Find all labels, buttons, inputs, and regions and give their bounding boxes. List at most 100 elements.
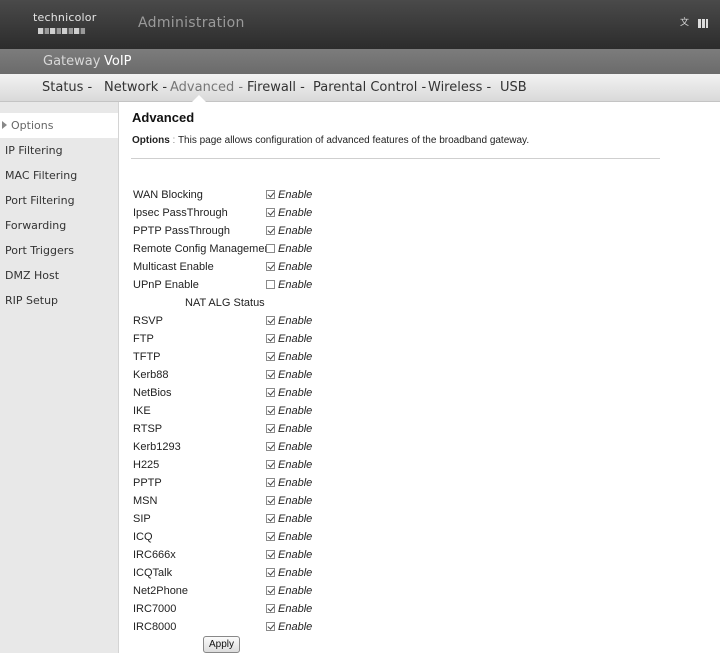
setting-label: Remote Config Management: [133, 243, 274, 255]
apply-button[interactable]: Apply: [203, 636, 240, 653]
nav-network[interactable]: Network -: [104, 80, 167, 95]
description-text: This page allows configuration of advanc…: [177, 135, 530, 146]
enable-label: Enable: [278, 279, 313, 291]
enable-checkbox[interactable]: [266, 622, 275, 631]
sidebar-item-forwarding[interactable]: Forwarding: [0, 213, 118, 238]
setting-label: Kerb1293: [133, 441, 181, 453]
enable-label: Enable: [278, 387, 313, 399]
technicolor-logo[interactable]: technicolor: [20, 8, 100, 40]
enable-label: Enable: [278, 513, 313, 525]
setting-label: Kerb88: [133, 369, 169, 381]
setting-label: IRC7000: [133, 603, 177, 615]
sidebar-item-mac-filtering[interactable]: MAC Filtering: [0, 163, 118, 188]
setting-label: Net2Phone: [133, 585, 189, 597]
enable-checkbox[interactable]: [266, 514, 275, 523]
setting-label: IRC8000: [133, 621, 177, 633]
language-icon[interactable]: 文: [680, 19, 693, 28]
enable-checkbox[interactable]: [266, 208, 275, 217]
setting-label: ICQTalk: [133, 567, 173, 579]
enable-checkbox[interactable]: [266, 244, 275, 253]
enable-checkbox[interactable]: [266, 424, 275, 433]
enable-label: Enable: [278, 423, 313, 435]
sidebar-item-rip-setup[interactable]: RIP Setup: [0, 288, 118, 313]
enable-checkbox[interactable]: [266, 190, 275, 199]
enable-label: Enable: [278, 333, 313, 345]
enable-checkbox[interactable]: [266, 316, 275, 325]
sidebar-item-label: Forwarding: [5, 219, 67, 232]
enable-checkbox[interactable]: [266, 352, 275, 361]
nav-gateway[interactable]: Gateway: [43, 54, 100, 69]
enable-checkbox[interactable]: [266, 226, 275, 235]
nav-firewall[interactable]: Firewall -: [247, 80, 305, 95]
enable-label: Enable: [278, 243, 313, 255]
logo-mark: [38, 28, 86, 34]
enable-label: Enable: [278, 495, 313, 507]
enable-checkbox[interactable]: [266, 334, 275, 343]
active-tab-pointer: [192, 95, 206, 102]
setting-label: NetBios: [133, 387, 172, 399]
nat-alg-header: NAT ALG Status: [185, 297, 265, 309]
enable-checkbox[interactable]: [266, 406, 275, 415]
nav-voip[interactable]: VoIP: [104, 54, 132, 69]
nav-parental-control[interactable]: Parental Control -: [313, 80, 426, 95]
sidebar-item-options[interactable]: Options: [0, 113, 118, 138]
enable-label: Enable: [278, 459, 313, 471]
enable-label: Enable: [278, 585, 313, 597]
enable-label: Enable: [278, 549, 313, 561]
enable-label: Enable: [278, 369, 313, 381]
enable-label: Enable: [278, 603, 313, 615]
logo-text: technicolor: [33, 11, 97, 24]
nav-status[interactable]: Status -: [42, 80, 92, 95]
sidebar-item-label: Port Triggers: [5, 244, 74, 257]
page-description: Options : This page allows configuration…: [132, 135, 529, 146]
enable-checkbox[interactable]: [266, 280, 275, 289]
enable-label: Enable: [278, 207, 313, 219]
sidebar-item-label: RIP Setup: [5, 294, 59, 307]
sidebar-item-ip-filtering[interactable]: IP Filtering: [0, 138, 118, 163]
setting-label: H225: [133, 459, 160, 471]
enable-checkbox[interactable]: [266, 604, 275, 613]
sidebar-item-label: Port Filtering: [5, 194, 75, 207]
enable-checkbox[interactable]: [266, 460, 275, 469]
enable-label: Enable: [278, 351, 313, 363]
enable-label: Enable: [278, 261, 313, 273]
caret-right-icon: [2, 121, 7, 129]
enable-label: Enable: [278, 531, 313, 543]
enable-checkbox[interactable]: [266, 388, 275, 397]
page-header-title: Administration: [138, 15, 245, 31]
sidebar: Options IP Filtering MAC Filtering Port …: [0, 102, 119, 653]
setting-label: Multicast Enable: [133, 261, 214, 273]
nav-advanced[interactable]: Advanced -: [170, 80, 243, 95]
enable-checkbox[interactable]: [266, 532, 275, 541]
sidebar-item-label: IP Filtering: [5, 144, 63, 157]
enable-label: Enable: [278, 225, 313, 237]
enable-checkbox[interactable]: [266, 442, 275, 451]
setting-label: Ipsec PassThrough: [133, 207, 228, 219]
setting-label: RSVP: [133, 315, 163, 327]
enable-checkbox[interactable]: [266, 586, 275, 595]
header-bar: technicolor Administration 文: [0, 0, 720, 49]
enable-checkbox[interactable]: [266, 550, 275, 559]
nav-wireless[interactable]: Wireless -: [428, 80, 491, 95]
enable-checkbox[interactable]: [266, 262, 275, 271]
enable-label: Enable: [278, 477, 313, 489]
enable-checkbox[interactable]: [266, 496, 275, 505]
setting-label: WAN Blocking: [133, 189, 203, 201]
page-title: Advanced: [132, 110, 195, 125]
main-nav: Status - Network - Advanced - Firewall -…: [0, 74, 720, 102]
setting-label: FTP: [133, 333, 154, 345]
nav-usb[interactable]: USB: [500, 80, 527, 95]
sidebar-item-port-triggers[interactable]: Port Triggers: [0, 238, 118, 263]
setting-label: UPnP Enable: [133, 279, 199, 291]
enable-checkbox[interactable]: [266, 478, 275, 487]
menu-icon[interactable]: [698, 19, 708, 28]
enable-label: Enable: [278, 189, 313, 201]
enable-checkbox[interactable]: [266, 370, 275, 379]
sidebar-item-label: Options: [11, 119, 54, 132]
setting-label: PPTP: [133, 477, 162, 489]
sidebar-item-dmz-host[interactable]: DMZ Host: [0, 263, 118, 288]
enable-checkbox[interactable]: [266, 568, 275, 577]
sidebar-item-port-filtering[interactable]: Port Filtering: [0, 188, 118, 213]
description-label: Options: [132, 135, 170, 146]
setting-label: MSN: [133, 495, 158, 507]
